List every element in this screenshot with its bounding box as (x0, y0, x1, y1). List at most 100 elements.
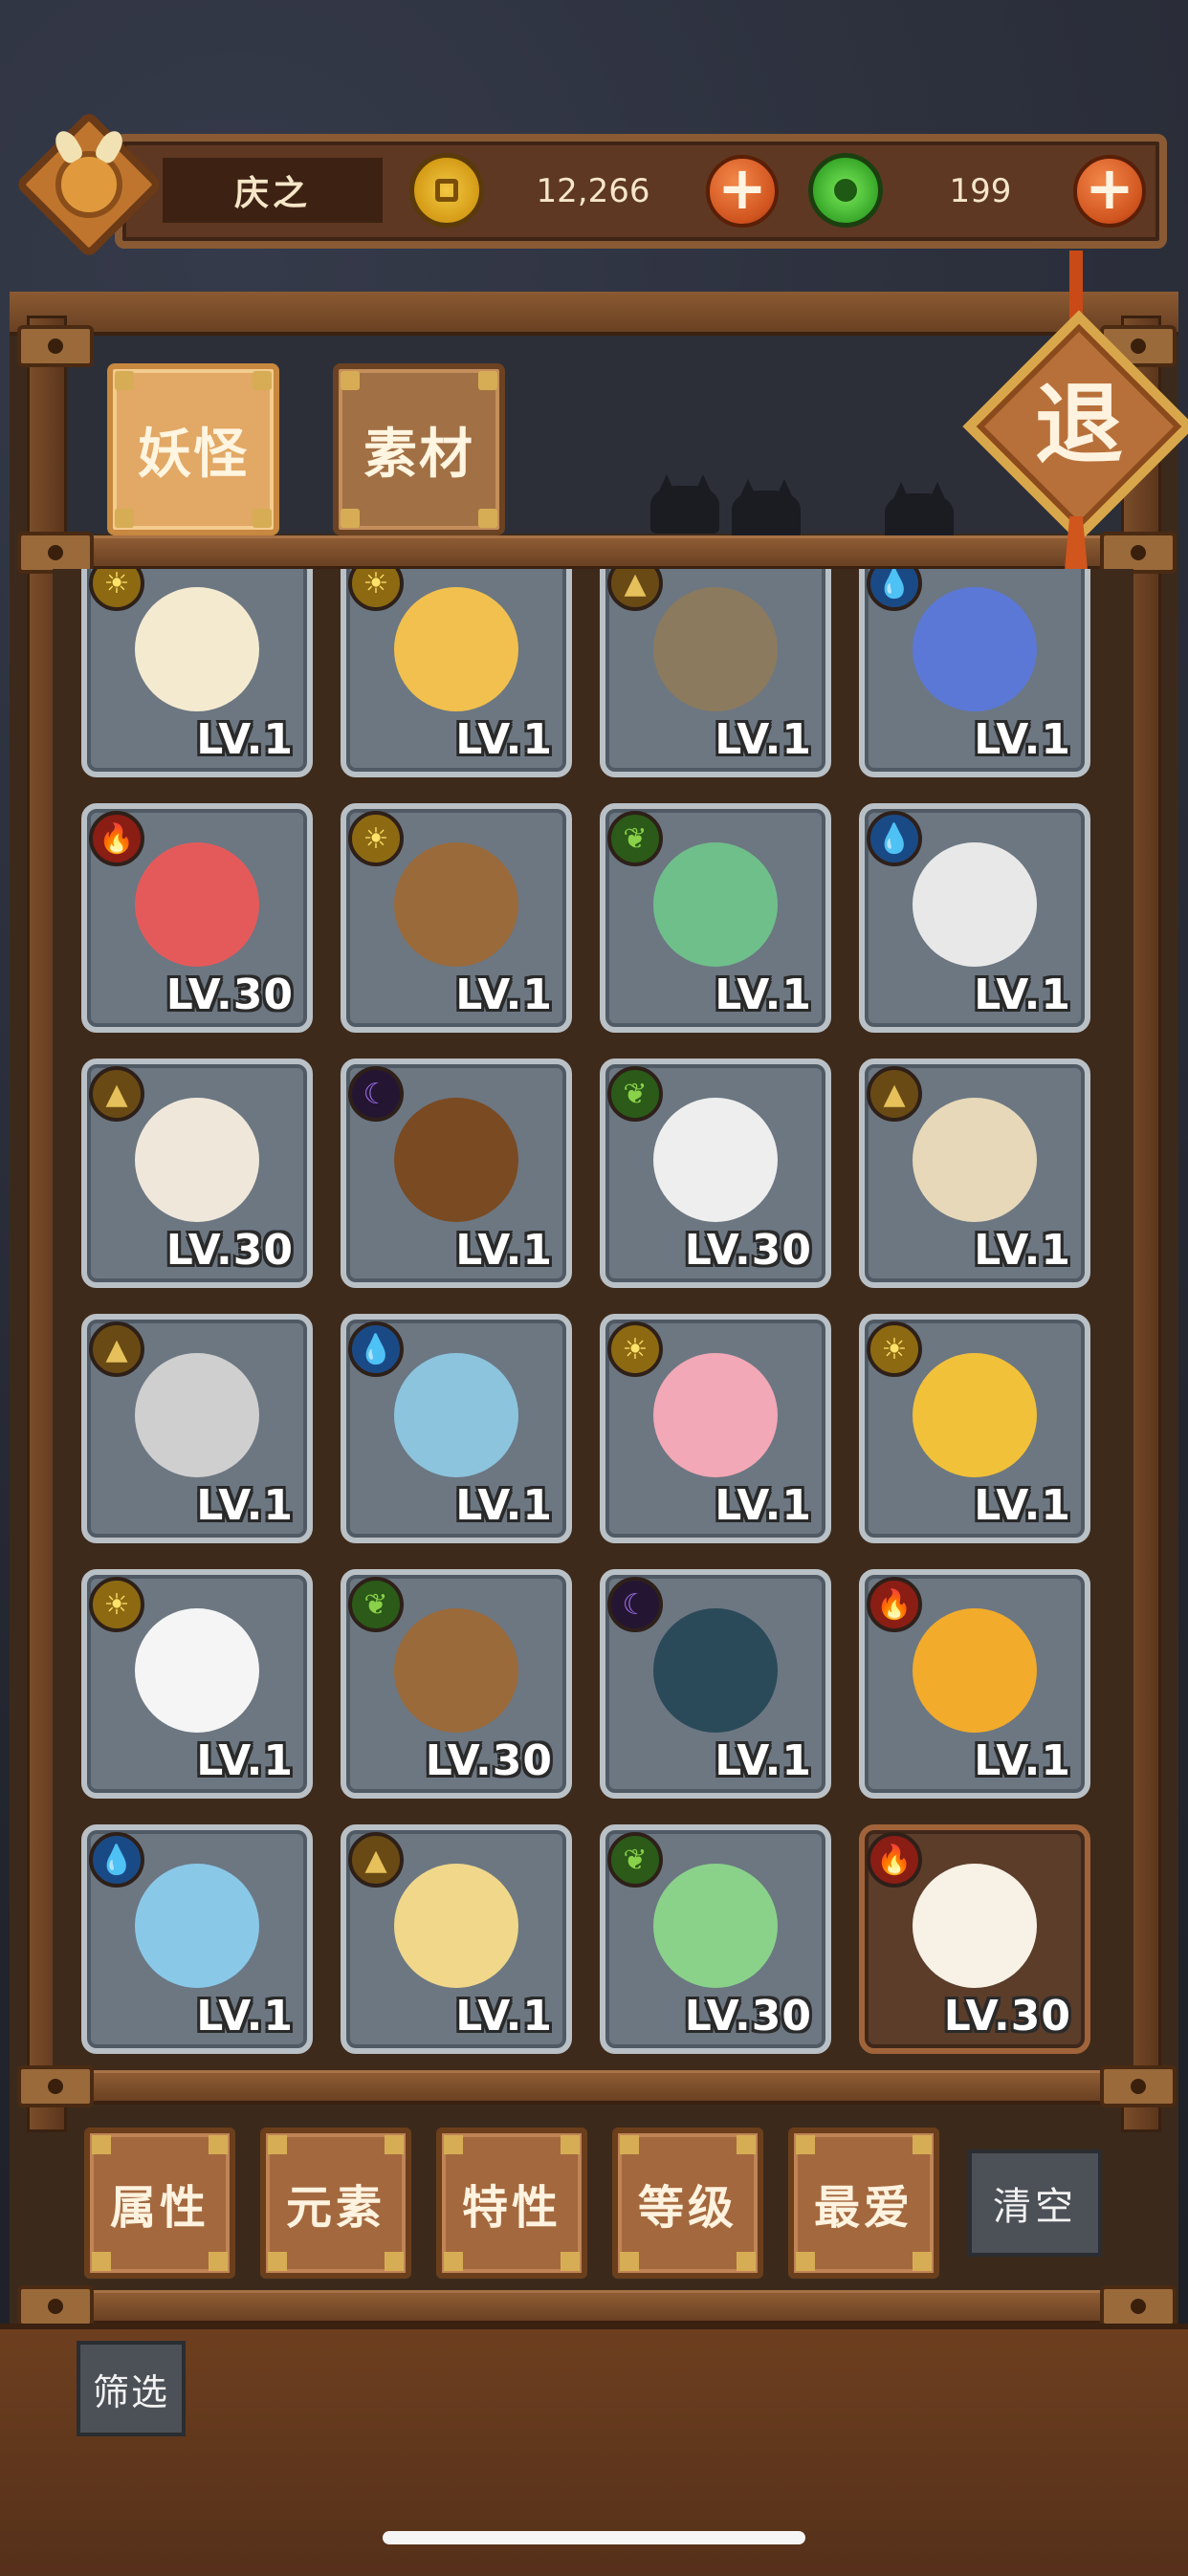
earth-element-icon: ▲ (89, 1321, 144, 1377)
filter-button[interactable]: 特性 (436, 2128, 587, 2279)
leaf-element-icon: ❦ (607, 811, 663, 866)
monster-card[interactable]: ❦ LV.30 (600, 1059, 831, 1288)
monster-card[interactable]: ☀ LV.1 (81, 569, 313, 777)
monster-level: LV.1 (196, 1992, 294, 2041)
water-element-icon: 💧 (867, 569, 922, 611)
add-coins-button[interactable]: + (706, 155, 779, 228)
monster-level: LV.1 (715, 715, 812, 764)
leaf-element-icon: ❦ (348, 1577, 404, 1632)
player-avatar[interactable] (14, 110, 164, 259)
button-corner (268, 2135, 287, 2154)
monster-level: LV.30 (165, 971, 294, 1019)
green-jar-icon (653, 842, 778, 967)
tab-corner (341, 509, 360, 528)
bracket (17, 532, 94, 574)
button-corner (620, 2135, 639, 2154)
fire-element-icon: 🔥 (867, 1832, 922, 1888)
bracket (1100, 2285, 1177, 2327)
sun-element-icon: ☀ (867, 1321, 922, 1377)
dark-element-icon: ☾ (607, 1577, 663, 1632)
filter-button[interactable]: 最爱 (788, 2128, 939, 2279)
tab-monsters-label: 妖怪 (138, 423, 249, 486)
filter-button[interactable]: 属性 (84, 2128, 235, 2279)
cat-icon (653, 587, 778, 711)
button-corner (268, 2252, 287, 2271)
monster-card[interactable]: 💧 LV.1 (341, 1314, 572, 1543)
button-corner (796, 2135, 815, 2154)
monster-level: LV.1 (455, 1992, 553, 2041)
monster-card[interactable]: ☀ LV.1 (81, 1569, 313, 1799)
button-corner (385, 2135, 404, 2154)
filter-button[interactable]: 元素 (260, 2128, 411, 2279)
sun-element-icon: ☀ (89, 569, 144, 611)
monster-card[interactable]: ☾ LV.1 (600, 1569, 831, 1799)
monster-level: LV.1 (196, 1736, 294, 1785)
tab-materials[interactable]: 素材 (333, 363, 505, 535)
monster-card[interactable]: ▲ LV.1 (859, 1059, 1090, 1288)
tab-corner (341, 371, 360, 390)
monster-card[interactable]: ▲ LV.1 (341, 1824, 572, 2054)
one-eye-ghost-icon (653, 1608, 778, 1733)
gold-ingot-icon (913, 1353, 1037, 1477)
clear-button[interactable]: 清空 (968, 2150, 1102, 2257)
coin-count: 12,266 (536, 172, 650, 210)
tab-monsters[interactable]: 妖怪 (107, 363, 279, 535)
fire-element-icon: 🔥 (867, 1577, 922, 1632)
button-corner (209, 2135, 228, 2154)
filter-button-label: 等级 (637, 2181, 737, 2235)
monster-level: LV.1 (715, 1736, 812, 1785)
monster-card[interactable]: ☾ LV.1 (341, 1059, 572, 1288)
monster-card[interactable]: ▲ LV.30 (81, 1059, 313, 1288)
sun-element-icon: ☀ (89, 1577, 144, 1632)
shelf-beam (24, 2290, 1167, 2325)
tab-corner (478, 509, 497, 528)
monster-card[interactable]: 💧 LV.1 (81, 1824, 313, 2054)
button-corner (444, 2135, 463, 2154)
monster-card[interactable]: 💧 LV.1 (859, 803, 1090, 1033)
filter-button[interactable]: 等级 (612, 2128, 763, 2279)
monster-card[interactable]: ❦ LV.30 (341, 1569, 572, 1799)
monster-card[interactable]: ❦ LV.30 (600, 1824, 831, 2054)
tab-materials-label: 素材 (363, 423, 474, 486)
exit-label: 退 (1034, 374, 1123, 476)
monster-card[interactable]: ▲ LV.1 (81, 1314, 313, 1543)
gem-icon (808, 153, 883, 228)
monster-level: LV.1 (974, 971, 1071, 1019)
home-indicator (383, 2531, 805, 2544)
monster-level: LV.1 (715, 971, 812, 1019)
monster-card[interactable]: 💧 LV.1 (859, 569, 1090, 777)
monster-card[interactable]: ❦ LV.1 (600, 803, 831, 1033)
earth-element-icon: ▲ (867, 1066, 922, 1122)
bracket (17, 325, 94, 367)
paper-horse-cart-icon (653, 1098, 778, 1222)
ink-brush-icon (913, 842, 1037, 967)
button-corner (913, 2252, 932, 2271)
button-corner (796, 2252, 815, 2271)
monster-level: LV.1 (455, 1481, 553, 1530)
monster-card[interactable]: 🔥 LV.1 (859, 1569, 1090, 1799)
monster-card[interactable]: 🔥 LV.30 (859, 1824, 1090, 2054)
monster-card[interactable]: ☀ LV.1 (341, 569, 572, 777)
bracket (1100, 2065, 1177, 2107)
monster-card[interactable]: 🔥 LV.30 (81, 803, 313, 1033)
sun-element-icon: ☀ (348, 569, 404, 611)
monster-card[interactable]: ▲ LV.1 (600, 569, 831, 777)
monster-level: LV.1 (974, 1226, 1071, 1275)
filter-button-label: 最爱 (813, 2181, 913, 2235)
monster-level: LV.30 (943, 1992, 1071, 2041)
wooden-chest-icon (394, 1098, 518, 1222)
screen-button[interactable]: 筛选 (77, 2341, 186, 2436)
shelf-beam (24, 2070, 1167, 2105)
gem-count: 199 (949, 172, 1012, 210)
monster-card[interactable]: ☀ LV.1 (600, 1314, 831, 1543)
monster-grid: ☀ LV.1 ☀ LV.1 ▲ LV.1 💧 LV.1 🔥 LV.30 ☀ LV.1 ❦ LV.1 💧 LV.… (53, 569, 1133, 2075)
add-gems-button[interactable]: + (1073, 155, 1146, 228)
button-corner (737, 2135, 756, 2154)
monster-level: LV.30 (684, 1992, 812, 2041)
shadow-creature (650, 486, 719, 534)
leaf-element-icon: ❦ (607, 1066, 663, 1122)
monster-card[interactable]: ☀ LV.1 (859, 1314, 1090, 1543)
monster-card[interactable]: ☀ LV.1 (341, 803, 572, 1033)
filter-button-label: 特性 (461, 2181, 561, 2235)
bracket (17, 2065, 94, 2107)
